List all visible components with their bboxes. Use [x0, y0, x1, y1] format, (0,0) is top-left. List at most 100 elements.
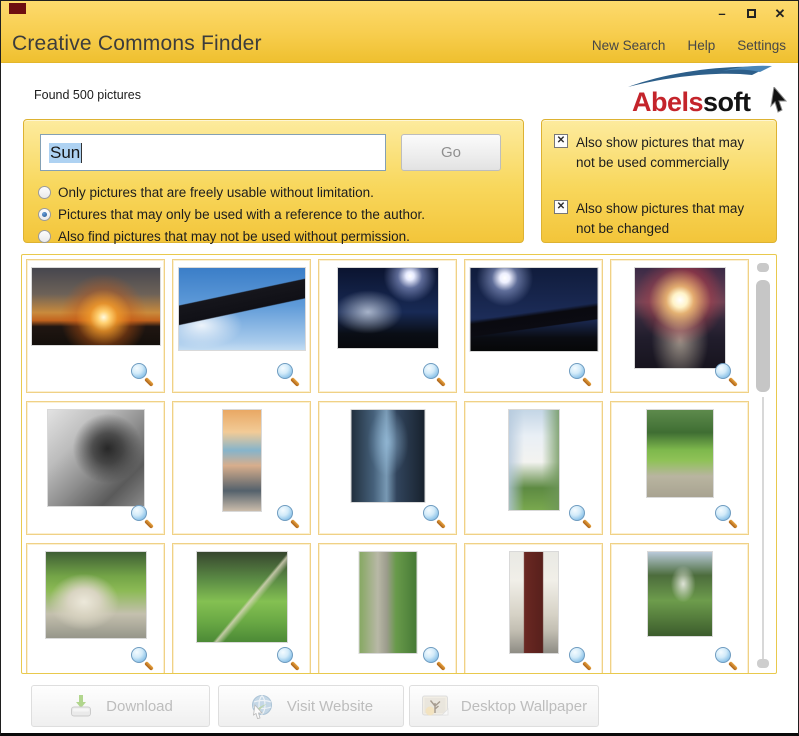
result-thumbnail[interactable] [179, 268, 305, 350]
magnifier-icon[interactable] [423, 505, 447, 529]
result-card[interactable] [26, 259, 165, 393]
radio-icon [38, 186, 51, 199]
scrollbar-up-button[interactable] [757, 263, 769, 272]
magnifier-icon[interactable] [423, 647, 447, 671]
result-card[interactable] [610, 259, 749, 393]
app-icon [9, 3, 26, 14]
magnifier-icon[interactable] [277, 505, 301, 529]
download-button[interactable]: Download [31, 685, 210, 727]
result-card[interactable] [172, 259, 311, 393]
result-thumbnail[interactable] [509, 410, 559, 510]
magnifier-icon[interactable] [569, 647, 593, 671]
result-card[interactable] [172, 401, 311, 535]
magnifier-icon[interactable] [131, 647, 155, 671]
result-thumbnail[interactable] [338, 268, 438, 348]
license-option-no-permission[interactable]: Also find pictures that may not be used … [38, 229, 410, 244]
result-thumbnail[interactable] [223, 410, 261, 511]
window-controls: – ✕ [714, 5, 788, 21]
scrollbar-down-button[interactable] [757, 659, 769, 668]
result-thumbnail[interactable] [32, 268, 160, 345]
radio-label: Also find pictures that may not be used … [58, 229, 410, 244]
logo-text-black: soft [703, 87, 751, 117]
magnifier-icon[interactable] [715, 363, 739, 387]
checkbox-noncommercial[interactable]: ✕ Also show pictures that may not be use… [554, 133, 766, 172]
scrollbar-track[interactable] [762, 397, 764, 659]
logo-wordmark: Abelssoft [632, 87, 751, 118]
checkbox-checked-icon: ✕ [554, 134, 568, 148]
globe-icon [249, 693, 275, 719]
action-label: Desktop Wallpaper [461, 698, 587, 715]
page-title: Creative Commons Finder [12, 32, 262, 56]
wallpaper-icon [421, 694, 449, 718]
checkbox-label: Also show pictures that may not be chang… [576, 199, 766, 238]
result-thumbnail[interactable] [470, 268, 597, 351]
magnifier-icon[interactable] [715, 647, 739, 671]
result-thumbnail[interactable] [197, 552, 287, 642]
desktop-wallpaper-button[interactable]: Desktop Wallpaper [409, 685, 599, 727]
magnifier-icon[interactable] [131, 363, 155, 387]
result-card[interactable] [318, 401, 457, 535]
result-card[interactable] [464, 401, 603, 535]
app-window: – ✕ Creative Commons Finder New Search H… [0, 0, 799, 736]
scrollbar-thumb[interactable] [756, 280, 770, 392]
title-bar: – ✕ Creative Commons Finder New Search H… [1, 1, 798, 63]
result-card[interactable] [318, 259, 457, 393]
license-option-free[interactable]: Only pictures that are freely usable wit… [38, 185, 374, 200]
result-card[interactable] [610, 401, 749, 535]
header-menu: New Search Help Settings [592, 38, 786, 53]
magnifier-icon[interactable] [715, 505, 739, 529]
license-option-attribution[interactable]: Pictures that may only be used with a re… [38, 207, 425, 222]
results-count: Found 500 pictures [34, 88, 141, 102]
result-thumbnail[interactable] [359, 552, 416, 653]
result-card[interactable] [26, 401, 165, 535]
result-card[interactable] [172, 543, 311, 674]
result-thumbnail[interactable] [648, 552, 712, 636]
mouse-cursor-icon [770, 87, 790, 113]
magnifier-icon[interactable] [277, 647, 301, 671]
text-caret [81, 143, 82, 163]
logo-swoosh-icon [626, 65, 776, 89]
radio-icon [38, 230, 51, 243]
abelssoft-logo: Abelssoft [608, 65, 792, 117]
action-label: Download [106, 698, 173, 715]
result-card[interactable] [464, 543, 603, 674]
go-button[interactable]: Go [401, 134, 501, 171]
result-thumbnail[interactable] [48, 410, 144, 506]
logo-text-red: Abels [632, 87, 703, 117]
close-button[interactable]: ✕ [772, 5, 788, 21]
result-card[interactable] [610, 543, 749, 674]
action-label: Visit Website [287, 698, 373, 715]
result-card[interactable] [26, 543, 165, 674]
checkbox-label: Also show pictures that may not be used … [576, 133, 766, 172]
radio-selected-icon [38, 208, 51, 221]
maximize-button[interactable] [743, 5, 759, 21]
checkbox-checked-icon: ✕ [554, 200, 568, 214]
search-panel: Sun Go Only pictures that are freely usa… [23, 119, 524, 243]
search-query-selected-text: Sun [49, 143, 81, 163]
magnifier-icon[interactable] [569, 363, 593, 387]
result-thumbnail[interactable] [647, 410, 713, 497]
radio-label: Only pictures that are freely usable wit… [58, 185, 374, 200]
result-card[interactable] [318, 543, 457, 674]
result-card[interactable] [464, 259, 603, 393]
maximize-icon [747, 9, 756, 18]
magnifier-icon[interactable] [277, 363, 301, 387]
checkbox-no-derivatives[interactable]: ✕ Also show pictures that may not be cha… [554, 199, 766, 238]
menu-item-help[interactable]: Help [687, 38, 715, 53]
magnifier-icon[interactable] [131, 505, 155, 529]
visit-website-button[interactable]: Visit Website [218, 685, 404, 727]
menu-item-new-search[interactable]: New Search [592, 38, 666, 53]
magnifier-icon[interactable] [423, 363, 447, 387]
result-thumbnail[interactable] [510, 552, 558, 653]
radio-label: Pictures that may only be used with a re… [58, 207, 425, 222]
menu-item-settings[interactable]: Settings [737, 38, 786, 53]
download-icon [68, 693, 94, 719]
filter-panel: ✕ Also show pictures that may not be use… [541, 119, 777, 243]
results-grid [21, 254, 777, 674]
magnifier-icon[interactable] [569, 505, 593, 529]
result-thumbnail[interactable] [635, 268, 725, 368]
minimize-button[interactable]: – [714, 5, 730, 21]
result-thumbnail[interactable] [351, 410, 424, 502]
search-input[interactable]: Sun [40, 134, 386, 171]
result-thumbnail[interactable] [46, 552, 146, 638]
